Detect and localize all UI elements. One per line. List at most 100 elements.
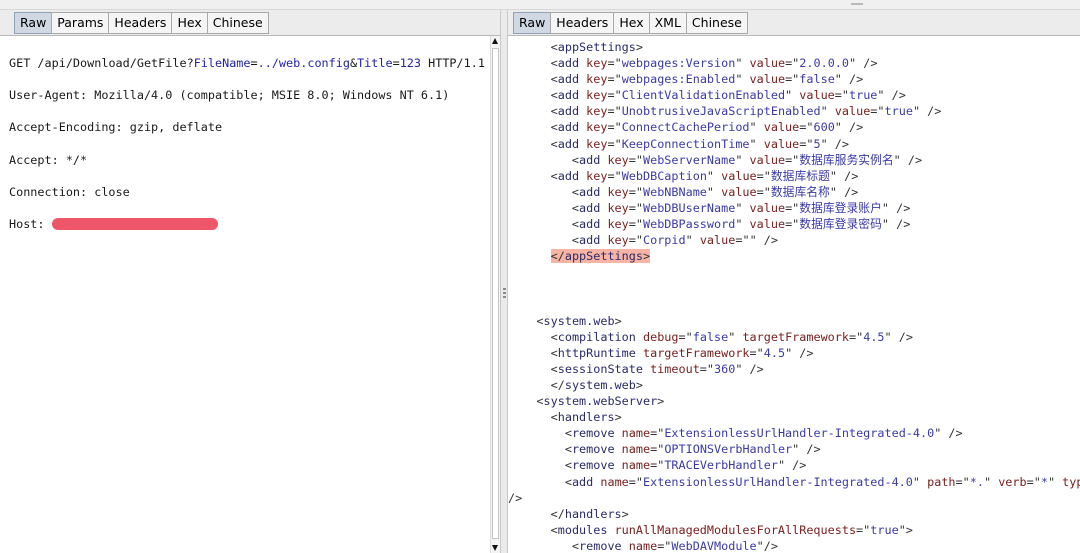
xml-line: <modules runAllManagedModulesForAllReque…: [508, 522, 1080, 538]
xml-eq: =": [955, 474, 970, 489]
xml-quote: ": [1047, 474, 1056, 489]
xml-attr-name: value: [749, 200, 786, 215]
xml-attr-name: name: [628, 538, 658, 553]
request-tabbar: Raw Params Headers Hex Chinese: [0, 10, 500, 36]
xml-quote: ": [685, 233, 693, 248]
xml-tag-name: modules: [557, 522, 608, 537]
xml-bracket: />: [884, 88, 906, 103]
xml-attr-value: true: [884, 104, 913, 119]
xml-bracket: />: [763, 538, 778, 553]
xml-attr-name: value: [749, 217, 786, 232]
xml-bracket: />: [891, 329, 913, 344]
xml-quote: ": [820, 104, 828, 119]
xml-element: <add key="WebServerName" value="数据库服务实例名…: [572, 153, 922, 167]
xml-quote: ": [749, 120, 757, 135]
xml-attr-value: ExtensionlessUrlHandler-Integrated-4.0: [664, 426, 935, 441]
xml-attr-name: name: [621, 442, 651, 457]
xml-bracket: />: [888, 200, 911, 215]
scroll-up-icon[interactable]: [492, 38, 498, 44]
param-value: 123: [399, 56, 422, 71]
splitter-grip-dot: [503, 288, 506, 290]
xml-bracket: <: [564, 442, 572, 457]
xml-eq: =": [785, 200, 800, 215]
xml-element: <add key="ConnectCachePeriod" value="600…: [551, 120, 864, 134]
request-tab-params[interactable]: Params: [51, 12, 110, 34]
request-scrollbar[interactable]: [490, 36, 500, 553]
request-pane: Raw Params Headers Hex Chinese GET /api/…: [0, 10, 500, 553]
xml-tag-name: add: [579, 217, 601, 232]
xml-tag-name: remove: [579, 538, 622, 553]
xml-attr-value: KeepConnectionTime: [621, 136, 750, 151]
xml-eq: =": [735, 233, 750, 248]
xml-attr-name: value: [749, 152, 786, 167]
xml-attr-value: *: [1040, 474, 1048, 489]
xml-attr-name: key: [607, 184, 629, 199]
xml-bracket: <: [564, 426, 572, 441]
xml-eq: =": [756, 184, 771, 199]
xml-element: <remove name="TRACEVerbHandler" />: [565, 458, 807, 472]
xml-eq: =": [856, 522, 871, 537]
request-tab-raw[interactable]: Raw: [14, 12, 53, 34]
xml-attr-value: true: [849, 88, 878, 103]
xml-bracket: />: [841, 120, 864, 135]
xml-line: <add key="ConnectCachePeriod" value="600…: [508, 119, 1080, 135]
response-pane: Raw Headers Hex XML Chinese <appSettings…: [508, 10, 1080, 553]
response-tab-chinese[interactable]: Chinese: [685, 12, 748, 34]
xml-attr-name: name: [621, 458, 651, 473]
xml-element: <add key="KeepConnectionTime" value="5" …: [551, 137, 849, 151]
response-tab-headers[interactable]: Headers: [550, 12, 615, 34]
xml-element: <handlers>: [551, 410, 622, 424]
request-tab-hex[interactable]: Hex: [171, 12, 208, 34]
param-name: Title: [357, 56, 393, 71]
header-connection: Connection: close: [9, 184, 130, 199]
xml-bracket: />: [856, 56, 878, 71]
xml-eq: =": [650, 442, 665, 457]
xml-eq: =": [749, 345, 764, 360]
xml-bracket: <: [571, 184, 580, 199]
xml-quote: ": [829, 184, 837, 199]
request-tab-chinese[interactable]: Chinese: [206, 12, 269, 34]
xml-attr-name: targetFramework: [642, 345, 750, 360]
xml-attr-name: key: [586, 136, 608, 151]
xml-bracket: <: [550, 88, 558, 103]
xml-tag-name: add: [557, 72, 580, 87]
pane-splitter[interactable]: [500, 10, 508, 553]
response-editor[interactable]: <appSettings> <add key="webpages:Version…: [508, 36, 1080, 553]
xml-line: </appSettings>: [508, 248, 1080, 264]
resize-grip-icon[interactable]: [851, 3, 863, 5]
xml-eq: =": [834, 88, 849, 103]
xml-line: [508, 280, 1080, 296]
xml-attr-value: Corpid: [642, 233, 686, 248]
splitter-grip-dot: [503, 292, 506, 294]
xml-bracket: >: [621, 506, 629, 521]
xml-bracket: />: [785, 458, 807, 473]
xml-attr-name: key: [586, 104, 608, 119]
xml-element: <remove name="OPTIONSVerbHandler" />: [565, 442, 821, 456]
xml-bracket: >: [614, 410, 622, 425]
xml-bracket: <: [550, 136, 558, 151]
request-line: GET /api/Download/GetFile?FileName=../we…: [9, 55, 500, 71]
response-tab-hex[interactable]: Hex: [613, 12, 650, 34]
xml-tag-name: add: [579, 152, 601, 167]
http-method: GET: [9, 56, 38, 71]
xml-element: <add key="UnobtrusiveJavaScriptEnabled" …: [551, 104, 942, 118]
xml-attr-name: type: [1062, 474, 1080, 489]
xml-line: <add key="WebNBName" value="数据库名称" />: [508, 184, 1080, 200]
xml-bracket: <: [564, 474, 572, 489]
xml-quote: ": [728, 329, 736, 344]
response-tab-raw[interactable]: Raw: [513, 12, 552, 34]
xml-line: <add key="WebDBUserName" value="数据库登录账户"…: [508, 200, 1080, 216]
scroll-down-icon[interactable]: [492, 545, 498, 551]
param-name: FileName: [193, 56, 251, 71]
xml-tag-name: add: [557, 136, 580, 151]
request-tab-headers[interactable]: Headers: [108, 12, 173, 34]
response-tab-xml[interactable]: XML: [648, 12, 687, 34]
scroll-thumb[interactable]: [492, 48, 499, 539]
xml-element: <system.web>: [536, 314, 621, 328]
xml-quote: ": [898, 522, 906, 537]
xml-bracket: <: [550, 361, 558, 376]
xml-eq: =": [628, 152, 643, 167]
request-editor[interactable]: GET /api/Download/GetFile?FileName=../we…: [0, 36, 500, 553]
xml-attr-name: key: [586, 72, 608, 87]
xml-attr-name: key: [586, 56, 608, 71]
